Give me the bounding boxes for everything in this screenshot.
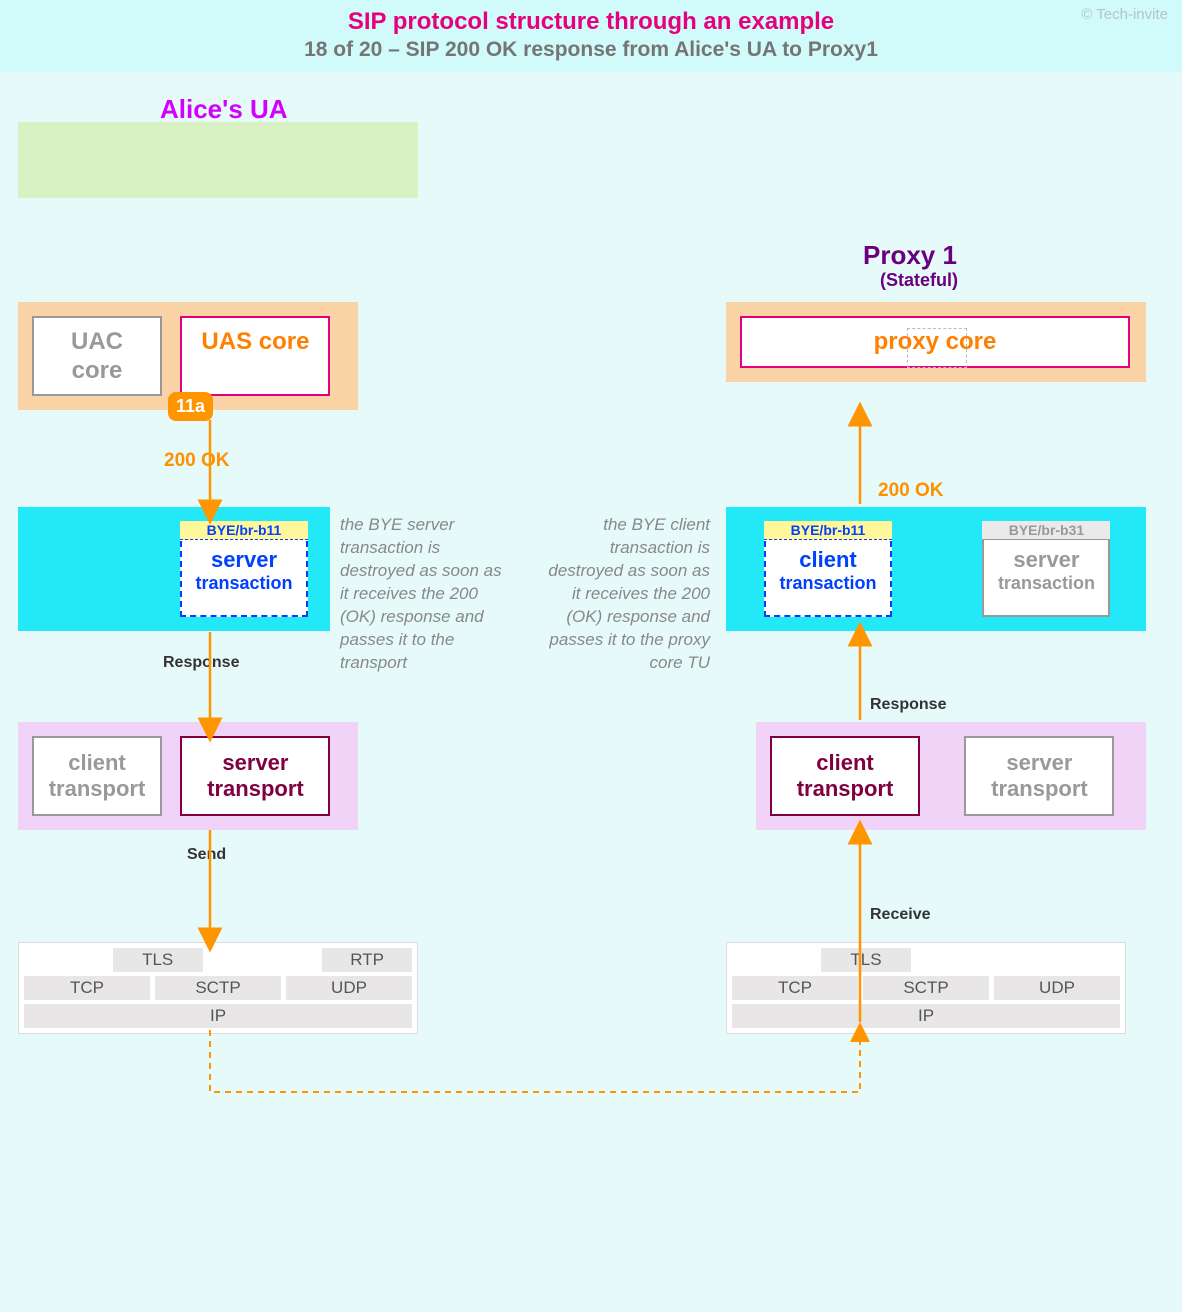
uac-core-label: UAC core — [71, 328, 123, 384]
proxy-server-transport-label: server transport — [991, 750, 1088, 801]
proxy-transport-layer: client transport server transport — [756, 722, 1146, 830]
uac-core: UAC core — [32, 316, 162, 396]
alice-title: Alice's UA — [160, 94, 288, 125]
proxy-title: Proxy 1 — [863, 240, 957, 271]
stack-tcp: TCP — [24, 976, 150, 1000]
label-response-alice: Response — [163, 654, 239, 672]
label-receive: Receive — [870, 906, 931, 924]
alice-trans-tag: BYE/br-b11 — [180, 521, 308, 540]
stack-ip: IP — [24, 1004, 412, 1028]
proxy-transaction-layer: BYE/br-b11 client transaction BYE/br-b31… — [726, 507, 1146, 631]
stack-udp: UDP — [286, 976, 412, 1000]
alice-trans-type: server — [192, 547, 296, 573]
msg-200-ok-up: 200 OK — [878, 480, 943, 502]
msg-200-ok-down: 200 OK — [164, 450, 229, 472]
note-bye-server: the BYE server transaction is destroyed … — [340, 514, 510, 675]
proxy-subtitle: (Stateful) — [880, 270, 958, 291]
proxy-core: proxy core — [740, 316, 1130, 368]
note-bye-client: the BYE client transaction is destroyed … — [540, 514, 710, 675]
label-response-proxy: Response — [870, 696, 946, 714]
page-subtitle: 18 of 20 – SIP 200 OK response from Alic… — [0, 38, 1182, 62]
uas-core: UAS core — [180, 316, 330, 396]
alice-server-transport: server transport — [180, 736, 330, 816]
proxy-core-layer: proxy core — [726, 302, 1146, 382]
stack-ip-p: IP — [732, 1004, 1120, 1028]
diagram-canvas: Alice's UA Proxy 1 (Stateful) UAC core U… — [0, 72, 1182, 1312]
stack-sctp-p: SCTP — [863, 976, 989, 1000]
copyright: © Tech-invite — [1081, 6, 1168, 23]
uas-core-label: UAS core — [201, 328, 309, 355]
proxy-server-sub: transaction — [994, 573, 1098, 594]
flow-arrows — [0, 72, 1182, 1312]
alice-transport-layer: client transport server transport — [18, 722, 358, 830]
alice-client-transport-label: client transport — [49, 750, 146, 801]
stack-rtp: RTP — [322, 948, 412, 972]
proxy-ghost-box — [907, 328, 967, 368]
stack-tcp-p: TCP — [732, 976, 858, 1000]
proxy-server-transport: server transport — [964, 736, 1114, 816]
proxy-client-transport: client transport — [770, 736, 920, 816]
proxy-server-type: server — [994, 547, 1098, 573]
alice-trans-sub: transaction — [192, 573, 296, 594]
proxy-client-sub: transaction — [776, 573, 880, 594]
proxy-server-tag: BYE/br-b31 — [982, 521, 1110, 540]
alice-transaction-layer: BYE/br-b11 server transaction — [18, 507, 330, 631]
stack-sctp: SCTP — [155, 976, 281, 1000]
proxy-server-transaction: BYE/br-b31 server transaction — [982, 521, 1110, 617]
proxy-client-type: client — [776, 547, 880, 573]
proxy-client-transaction: BYE/br-b11 client transaction — [764, 521, 892, 617]
stack-udp-p: UDP — [994, 976, 1120, 1000]
header: SIP protocol structure through an exampl… — [0, 0, 1182, 72]
stack-tls-p: TLS — [821, 948, 911, 972]
proxy-client-transport-label: client transport — [797, 750, 894, 801]
proxy-client-tag: BYE/br-b11 — [764, 521, 892, 540]
alice-app-layer — [18, 122, 418, 198]
label-send: Send — [187, 846, 226, 864]
proxy-network-stack: TLS TCPSCTPUDP IP — [726, 942, 1126, 1034]
stack-tls: TLS — [113, 948, 203, 972]
page-title: SIP protocol structure through an exampl… — [0, 8, 1182, 36]
alice-network-stack: TLS RTP TCPSCTPUDP IP — [18, 942, 418, 1034]
step-badge-11a: 11a — [168, 392, 213, 421]
alice-server-transport-label: server transport — [207, 750, 304, 801]
alice-client-transport: client transport — [32, 736, 162, 816]
alice-server-transaction: BYE/br-b11 server transaction — [180, 521, 308, 617]
